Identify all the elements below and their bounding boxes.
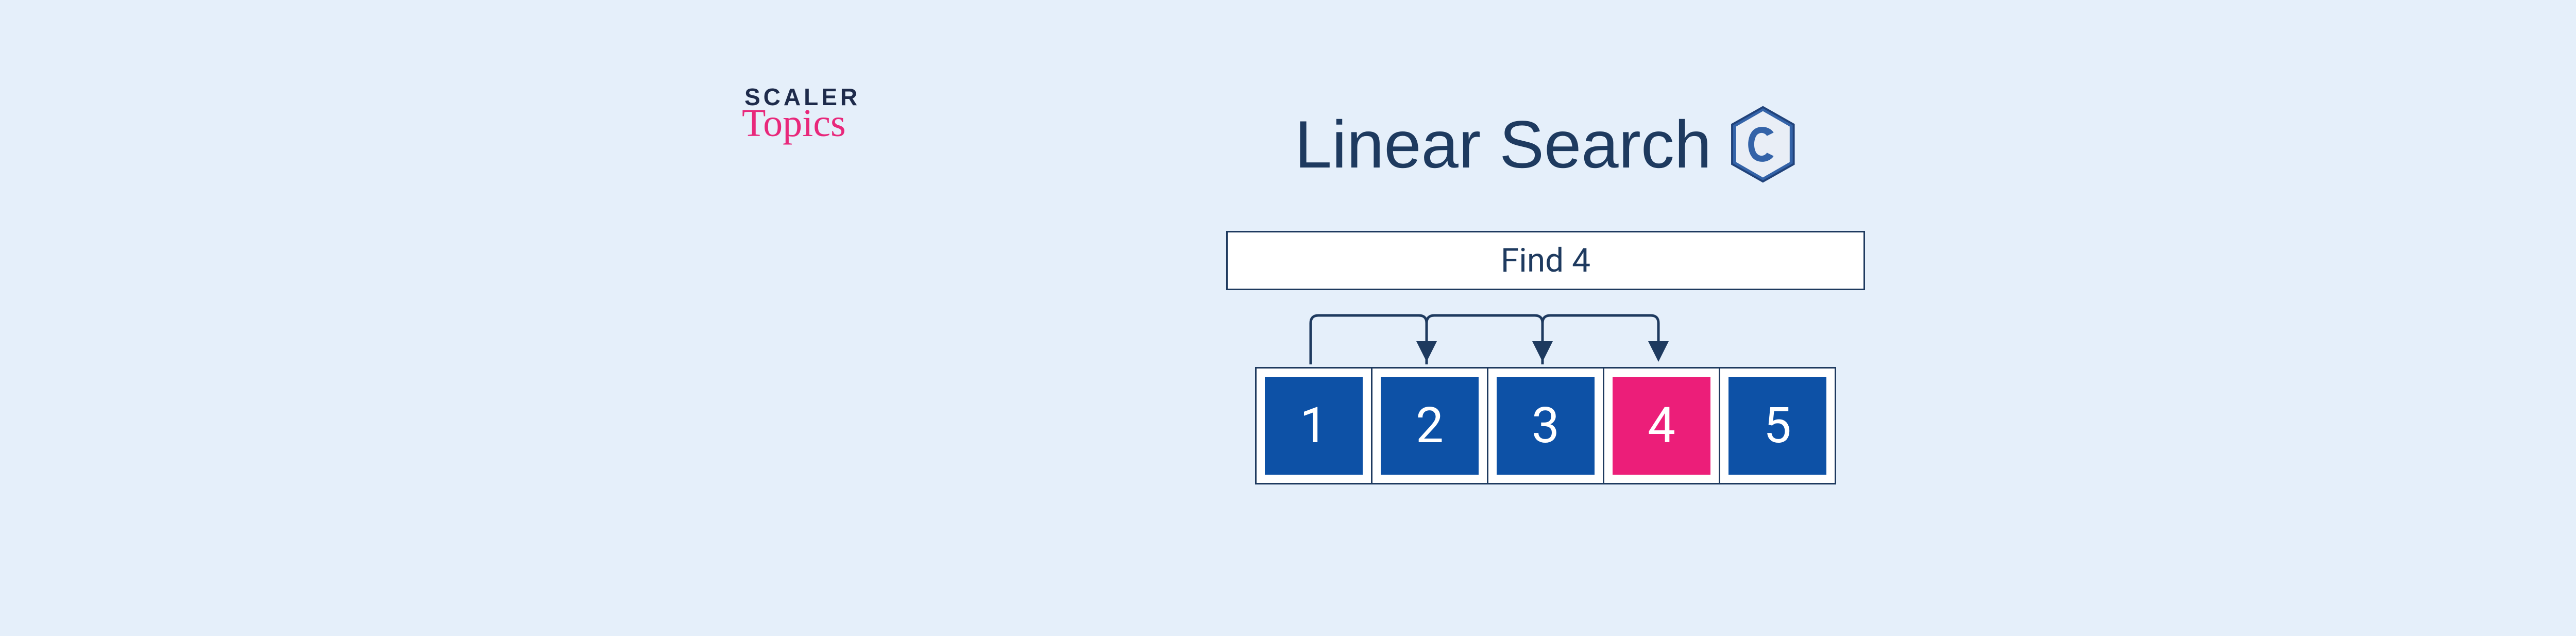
array-cell-found: 4 [1603, 367, 1720, 484]
array-cell-value: 4 [1613, 377, 1710, 475]
array-cell-value: 2 [1381, 377, 1479, 475]
arrow-step-1 [1311, 315, 1427, 364]
c-language-icon [1730, 106, 1797, 183]
arrow-step-3 [1543, 315, 1658, 364]
array-row: 1 2 3 4 5 [1255, 367, 1836, 484]
title-row: Linear Search [1295, 106, 1797, 183]
find-label: Find 4 [1501, 241, 1590, 280]
page-title: Linear Search [1295, 106, 1711, 183]
array-cell-value: 3 [1497, 377, 1595, 475]
array-cell: 2 [1371, 367, 1488, 484]
scaler-topics-logo: SCALER Topics [744, 85, 860, 143]
logo-bottom-text: Topics [742, 104, 860, 143]
find-target-box: Find 4 [1226, 231, 1865, 290]
array-cell: 1 [1255, 367, 1372, 484]
array-cell: 5 [1719, 367, 1836, 484]
array-cell: 3 [1487, 367, 1604, 484]
array-cell-value: 1 [1265, 377, 1363, 475]
search-arrows [1252, 295, 1839, 367]
diagram-canvas: SCALER Topics Linear Search Find 4 1 [0, 0, 2576, 636]
array-cell-value: 5 [1728, 377, 1826, 475]
arrow-step-2 [1427, 315, 1543, 364]
